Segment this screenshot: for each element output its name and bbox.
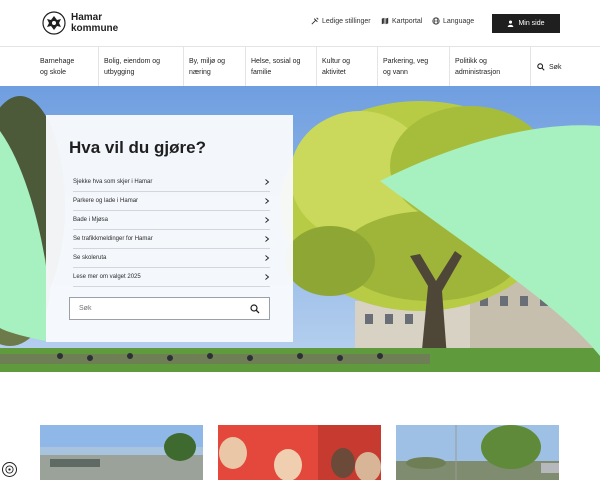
task-label: Se trafikkmeldinger for Hamar — [73, 236, 153, 242]
nav-item-line: Helse, sosial og — [251, 58, 301, 65]
task-link[interactable]: Se trafikkmeldinger for Hamar — [73, 230, 270, 249]
main-nav: Barnehage og skole Bolig, eiendom og utb… — [0, 46, 600, 87]
nav-item-line: utbygging — [104, 69, 135, 76]
task-label: Se skoleruta — [73, 255, 107, 261]
nav-item-line: Barnehage — [40, 58, 75, 65]
logo-link[interactable]: Hamar kommune — [42, 11, 118, 35]
nav-item-barnehage[interactable]: Barnehage og skole — [35, 47, 98, 87]
nav-item-line: og vann — [383, 69, 408, 76]
user-icon — [508, 20, 514, 27]
map-icon — [381, 17, 389, 25]
nav-search-button[interactable]: Søk — [530, 47, 600, 87]
search-icon[interactable] — [250, 303, 260, 314]
accessibility-icon — [5, 465, 14, 474]
search-icon — [537, 63, 545, 71]
task-list: Sjekke hva som skjer i Hamar Parkere og … — [73, 173, 270, 287]
nav-item-line: By, miljø og — [189, 58, 226, 65]
nav-item-line: familie — [251, 69, 272, 76]
jobs-link[interactable]: Ledige stillinger — [311, 17, 371, 25]
nav-item-parkering[interactable]: Parkering, veg og vann — [377, 47, 449, 87]
language-link[interactable]: Language — [432, 17, 474, 25]
min-side-button[interactable]: Min side — [492, 14, 560, 33]
tools-icon — [311, 17, 319, 25]
task-label: Bade i Mjøsa — [73, 217, 109, 223]
nav-item-line: Bolig, eiendom og — [104, 58, 161, 65]
site-header: Hamar kommune Ledige stillinger Kartport… — [0, 0, 600, 46]
globe-icon — [432, 17, 440, 25]
hero-search-box — [69, 297, 270, 320]
nav-item-line: aktivitet — [322, 69, 346, 76]
nav-item-politikk[interactable]: Politikk og administrasjon — [449, 47, 530, 87]
nav-item-kultur[interactable]: Kultur og aktivitet — [316, 47, 377, 87]
accessibility-button[interactable] — [2, 462, 17, 477]
chevron-right-icon — [265, 179, 270, 185]
map-portal-label: Kartportal — [392, 17, 423, 25]
card-image-people — [218, 425, 381, 480]
nav-item-bolig[interactable]: Bolig, eiendom og utbygging — [98, 47, 183, 87]
task-panel: Hva vil du gjøre? Sjekke hva som skjer i… — [46, 115, 293, 342]
news-card-3[interactable] — [396, 425, 559, 480]
logo-line-1: Hamar — [71, 12, 103, 23]
news-card-2[interactable] — [218, 425, 381, 480]
task-label: Sjekke hva som skjer i Hamar — [73, 179, 153, 185]
nav-item-line: Politikk og — [455, 58, 487, 65]
logo-line-2: kommune — [71, 23, 119, 34]
card-image-street — [396, 425, 559, 480]
nav-item-line: Parkering, veg — [383, 58, 429, 65]
card-image-lake — [40, 425, 203, 480]
news-card-1[interactable] — [40, 425, 203, 480]
logo-text: Hamar kommune — [71, 12, 118, 34]
map-portal-link[interactable]: Kartportal — [381, 17, 422, 25]
task-link[interactable]: Sjekke hva som skjer i Hamar — [73, 173, 270, 192]
hero-search-input[interactable] — [79, 305, 229, 312]
task-link[interactable]: Se skoleruta — [73, 249, 270, 268]
task-label: Lese mer om valget 2025 — [73, 274, 141, 280]
task-link[interactable]: Parkere og lade i Hamar — [73, 192, 270, 211]
task-label: Parkere og lade i Hamar — [73, 198, 139, 204]
jobs-link-label: Ledige stillinger — [322, 17, 371, 25]
nav-item-by-miljo[interactable]: By, miljø og næring — [183, 47, 245, 87]
task-link[interactable]: Bade i Mjøsa — [73, 211, 270, 230]
panel-title: Hva vil du gjøre? — [69, 138, 206, 157]
chevron-right-icon — [265, 217, 270, 223]
nav-item-line: næring — [189, 69, 211, 76]
task-link[interactable]: Lese mer om valget 2025 — [73, 268, 270, 287]
chevron-right-icon — [265, 198, 270, 204]
nav-item-line: administrasjon — [455, 69, 501, 76]
crest-icon — [42, 11, 66, 35]
chevron-right-icon — [265, 236, 270, 242]
nav-search-label: Søk — [549, 63, 562, 71]
nav-item-line: og skole — [40, 69, 67, 76]
chevron-right-icon — [265, 255, 270, 261]
chevron-right-icon — [265, 274, 270, 280]
nav-item-line: Kultur og — [322, 58, 351, 65]
language-label: Language — [443, 17, 475, 25]
min-side-label: Min side — [518, 20, 545, 27]
nav-item-helse[interactable]: Helse, sosial og familie — [245, 47, 316, 87]
